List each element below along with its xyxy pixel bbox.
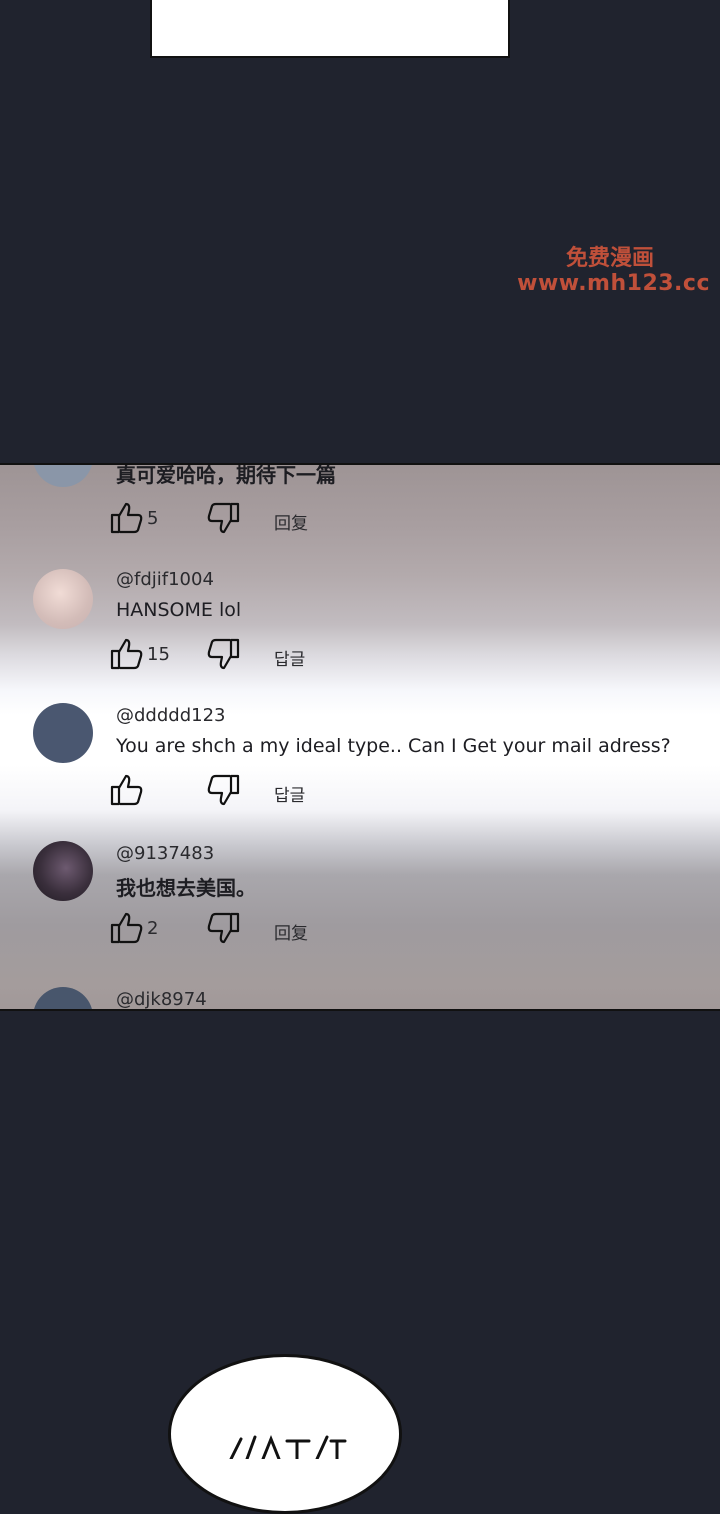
thumbs-down-icon[interactable]: [206, 638, 240, 670]
avatar: [33, 703, 93, 763]
comment-actions: 15 답글: [110, 638, 510, 672]
comment-username[interactable]: @9137483: [116, 843, 214, 864]
avatar: [33, 569, 93, 629]
comment-text: HANSOME lol: [116, 599, 242, 621]
thumbs-up-icon[interactable]: [110, 774, 144, 806]
comment-text: 真可爱哈哈，期待下一篇: [116, 463, 336, 487]
reply-button[interactable]: 回复: [274, 919, 308, 944]
top-panel: [150, 0, 510, 58]
thumbs-up-icon[interactable]: [110, 502, 144, 534]
thumbs-down-icon[interactable]: [206, 774, 240, 806]
comment-item: 真可爱哈哈，期待下一篇 5 回复: [0, 463, 720, 565]
avatar: [33, 465, 93, 487]
thumbs-down-icon[interactable]: [206, 912, 240, 944]
watermark-title: 免费漫画: [565, 246, 654, 271]
thumbs-up-icon[interactable]: [110, 912, 144, 944]
comment-username[interactable]: @ddddd123: [116, 705, 226, 726]
like-count: 2: [147, 918, 159, 939]
avatar: [33, 841, 93, 901]
speech-bubble-lettering: [229, 1434, 347, 1459]
comment-actions: 답글: [110, 774, 510, 808]
comment-username[interactable]: @fdjif1004: [116, 569, 214, 590]
reply-button[interactable]: 回复: [274, 509, 308, 534]
comment-actions: 5 回复: [110, 502, 510, 536]
like-count: 15: [147, 644, 170, 665]
speech-bubble: [168, 1354, 402, 1514]
reply-button[interactable]: 답글: [274, 781, 305, 806]
thumbs-down-icon[interactable]: [206, 502, 240, 534]
comment-item: @fdjif1004 HANSOME lol 15 답글: [0, 565, 720, 695]
watermark-url: www.mh123.cc: [517, 271, 710, 297]
watermark: 免费漫画 www.mh123.cc: [517, 246, 710, 297]
comment-text: You are shch a my ideal type.. Can I Get…: [116, 735, 671, 757]
comment-text: 我也想去美国。: [116, 876, 256, 900]
comment-username[interactable]: @djk8974: [116, 989, 207, 1009]
comment-item: @ddddd123 You are shch a my ideal type..…: [0, 701, 720, 831]
thumbs-up-icon[interactable]: [110, 638, 144, 670]
reply-button[interactable]: 답글: [274, 645, 305, 670]
comment-actions: 2 回复: [110, 912, 510, 946]
comments-panel: 真可爱哈哈，期待下一篇 5 回复 @fdjif1004 HANSOME lol …: [0, 463, 720, 1011]
like-count: 5: [147, 508, 159, 529]
avatar: [33, 987, 93, 1009]
comment-item: @djk8974: [0, 985, 720, 1009]
comment-item: @9137483 我也想去美国。 2 回复: [0, 839, 720, 969]
